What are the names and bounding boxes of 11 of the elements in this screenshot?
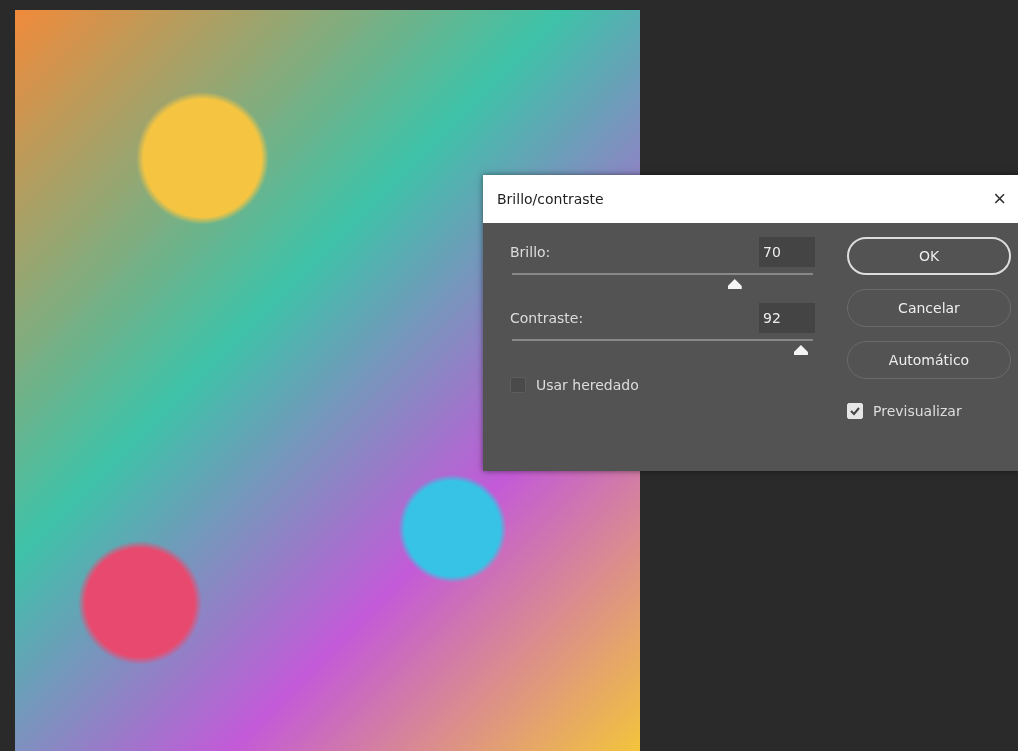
checkbox-label: Previsualizar xyxy=(873,403,962,419)
slider-thumb[interactable] xyxy=(727,279,742,289)
dialog-button[interactable]: OK xyxy=(847,237,1011,275)
slider-label: Brillo: xyxy=(510,244,551,260)
value-field[interactable]: 70 xyxy=(759,237,815,267)
slider-thumb[interactable] xyxy=(793,345,808,355)
close-button[interactable]: × xyxy=(989,186,1010,212)
dialog-title: Brillo/contraste xyxy=(497,191,604,207)
slider-label: Contraste: xyxy=(510,310,584,326)
checkbox-label: Usar heredado xyxy=(536,377,639,393)
value-field[interactable]: 92 xyxy=(759,303,815,333)
